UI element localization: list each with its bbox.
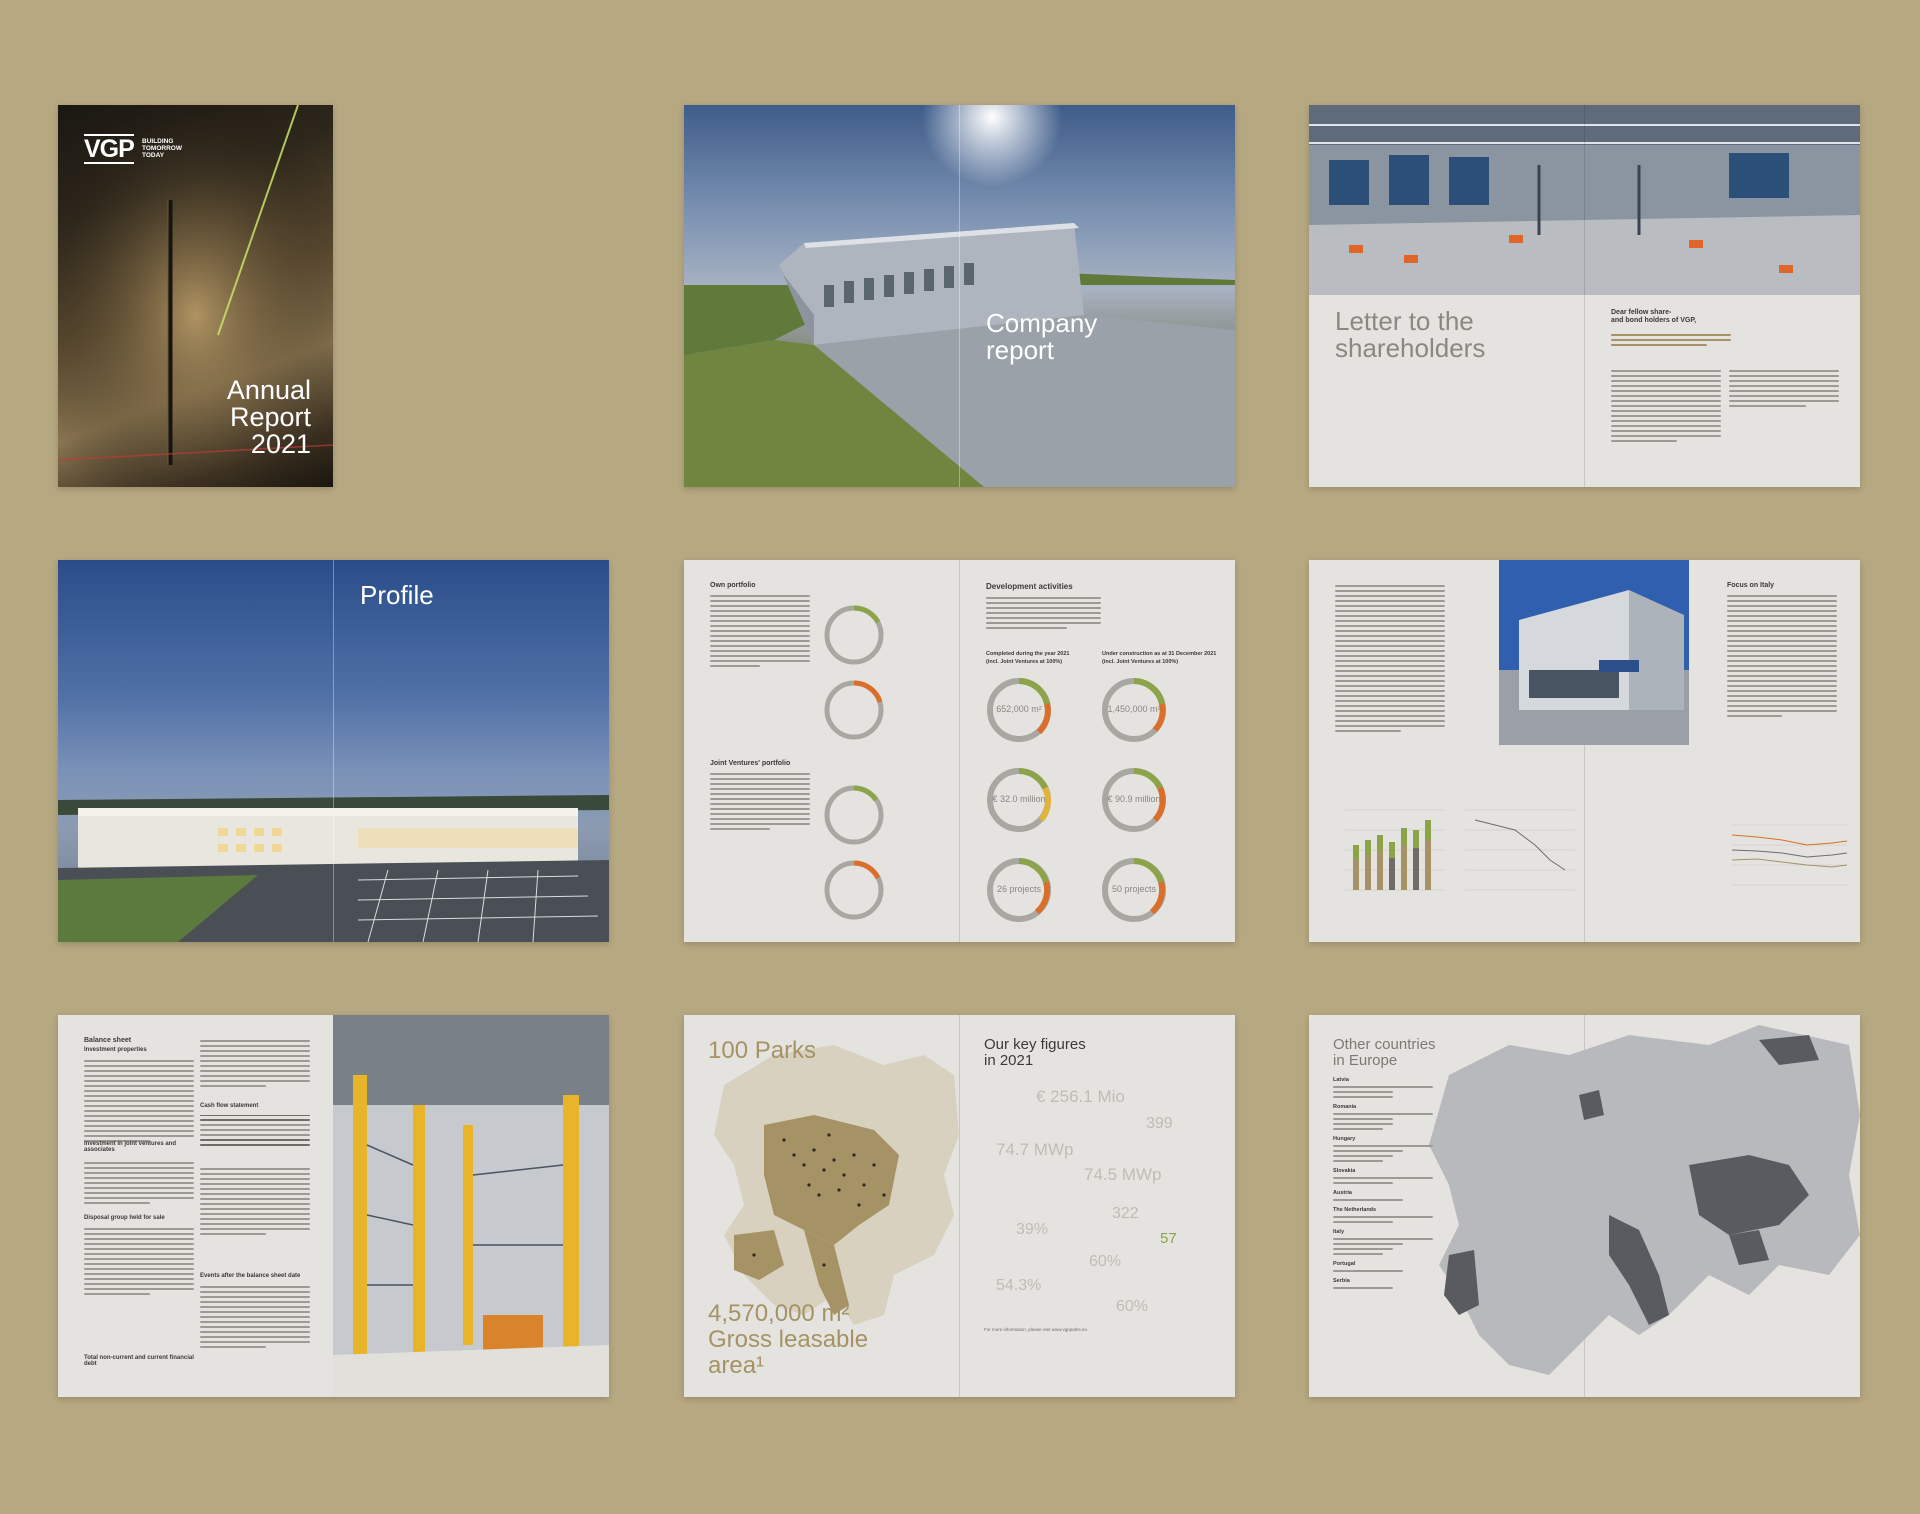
letter-spread[interactable]: Letter to the shareholders Dear fellow s… xyxy=(1309,105,1860,487)
investment-jv-heading: Investment in joint ventures and associa… xyxy=(84,1141,177,1153)
italy-line-chart xyxy=(1731,824,1848,886)
letter-intro-text xyxy=(1611,331,1731,349)
other-countries-title-line-1: Other countries xyxy=(1333,1036,1436,1053)
tagline-line-1: BUILDING xyxy=(142,138,174,145)
cover-title-line-2: Report xyxy=(229,402,311,432)
donut-completed-projects: 26 projects xyxy=(996,884,1042,894)
metric-percent-60a: 60% xyxy=(1089,1253,1122,1270)
metric-mwp-1: 74.7 MWp xyxy=(996,1140,1074,1159)
metric-count-399: 399 xyxy=(1146,1115,1173,1132)
own-portfolio-heading: Own portfolio xyxy=(710,582,756,589)
country-list: Latvia Romania Hungary Slovakia Austria … xyxy=(1333,1077,1433,1292)
balance-text-col-2c xyxy=(200,1283,310,1351)
cover-tagline: BUILDING TOMORROW TODAY xyxy=(142,138,182,159)
italy-bar-chart xyxy=(1345,809,1575,891)
development-heading: Development activities xyxy=(986,582,1073,591)
letter-heading: Dear fellow share- and bond holders of V… xyxy=(1611,309,1697,324)
letter-title: Letter to the shareholders xyxy=(1335,308,1485,362)
tagline-line-3: TODAY xyxy=(142,152,165,159)
company-report-title-line-2: report xyxy=(986,335,1054,365)
letter-body-col-2 xyxy=(1729,367,1839,410)
metric-count-57: 57 xyxy=(1160,1230,1177,1247)
metric-mwp-2: 74.5 MWp xyxy=(1084,1165,1162,1184)
other-countries-title-line-2: in Europe xyxy=(1333,1052,1398,1069)
page-fold xyxy=(959,105,960,487)
warehouse-racking-photo xyxy=(333,1015,609,1397)
joint-ventures-heading: Joint Ventures' portfolio xyxy=(710,760,791,767)
country-netherlands: The Netherlands xyxy=(1333,1207,1377,1213)
focus-italy-heading: Focus on Italy xyxy=(1727,582,1775,589)
company-report-title: Company report xyxy=(986,310,1097,364)
own-portfolio-text xyxy=(710,592,810,670)
donut-construction-area: 1,450,000 m² xyxy=(1107,704,1161,714)
disposal-group-heading: Disposal group held for sale xyxy=(84,1215,165,1221)
portfolio-small-donuts xyxy=(824,605,884,920)
development-text xyxy=(986,594,1101,632)
parks-count: 100 Parks xyxy=(708,1037,817,1064)
balance-text-col-1 xyxy=(84,1057,194,1145)
vgp-logo: VGP xyxy=(84,134,135,164)
key-figures-footnote: For more information, please visit www.v… xyxy=(984,1327,1088,1332)
profile-title: Profile xyxy=(360,580,434,610)
metric-percent-54: 54.3% xyxy=(996,1277,1042,1294)
metric-percent-39: 39% xyxy=(1016,1221,1049,1238)
company-report-spread[interactable]: Company report xyxy=(684,105,1235,487)
joint-ventures-text xyxy=(710,770,810,833)
donut-completed-area: 652,000 m² xyxy=(996,704,1042,714)
key-figures-title-line-1: Our key figures xyxy=(984,1036,1086,1053)
country-latvia: Latvia xyxy=(1333,1077,1349,1083)
page-fold xyxy=(1584,105,1585,487)
balance-sheet-heading: Balance sheet xyxy=(84,1037,132,1044)
balance-text-col-2b xyxy=(200,1165,310,1238)
profile-spread[interactable]: Profile xyxy=(58,560,609,942)
focus-text-col-1 xyxy=(1335,582,1445,735)
metric-percent-60b: 60% xyxy=(1116,1298,1149,1315)
country-hungary: Hungary xyxy=(1333,1136,1356,1142)
key-figures-title: Our key figures in 2021 xyxy=(984,1037,1086,1069)
balance-text-col-1c xyxy=(84,1225,194,1298)
cover-title: Annual Report 2021 xyxy=(227,377,311,458)
gross-leasable-area: 4,570,000 m² Gross leasable area¹ xyxy=(708,1300,869,1379)
country-slovakia: Slovakia xyxy=(1333,1168,1356,1174)
letter-title-line-2: shareholders xyxy=(1335,333,1486,363)
key-figures-title-line-2: in 2021 xyxy=(984,1052,1034,1069)
other-countries-spread[interactable]: Other countries in Europe Latvia Romania… xyxy=(1309,1015,1860,1397)
balance-text-col-2 xyxy=(200,1037,310,1090)
donut-construction-rent: € 90.9 million xyxy=(1107,794,1161,804)
donut-construction-projects: 50 projects xyxy=(1111,884,1157,894)
cash-flow-heading: Cash flow statement xyxy=(200,1103,259,1109)
letter-title-line-1: Letter to the xyxy=(1335,306,1474,336)
tagline-line-2: TOMORROW xyxy=(142,145,182,152)
country-portugal: Portugal xyxy=(1333,1261,1356,1267)
country-romania: Romania xyxy=(1333,1104,1357,1110)
metric-revenue: € 256.1 Mio xyxy=(1036,1087,1125,1106)
letter-body-col-1 xyxy=(1611,367,1721,445)
investment-properties-heading: Investment properties xyxy=(84,1047,147,1053)
cash-flow-table xyxy=(200,1115,310,1149)
company-report-title-line-1: Company xyxy=(986,308,1098,338)
portfolio-spread[interactable]: Own portfolio Joint Ventures' portfolio … xyxy=(684,560,1235,942)
metric-count-322: 322 xyxy=(1112,1205,1139,1222)
events-heading: Events after the balance sheet date xyxy=(200,1273,301,1279)
italy-building-photo xyxy=(1499,560,1689,745)
focus-italy-spread[interactable]: Focus on Italy xyxy=(1309,560,1860,942)
cover-title-line-1: Annual xyxy=(226,375,311,405)
financial-debt-heading: Total non-current and current financial … xyxy=(84,1355,194,1367)
country-serbia: Serbia xyxy=(1333,1278,1350,1284)
balance-sheet-spread[interactable]: Balance sheet Investment properties Inve… xyxy=(58,1015,609,1397)
balance-text-col-1b xyxy=(84,1159,194,1207)
donut-completed-rent: € 32.0 million xyxy=(992,794,1046,804)
other-countries-title: Other countries in Europe xyxy=(1333,1037,1436,1069)
page-fold xyxy=(333,560,334,942)
focus-text-col-2 xyxy=(1727,592,1837,720)
cover-page[interactable]: VGP BUILDING TOMORROW TODAY Annual Repor… xyxy=(58,105,333,487)
cover-title-line-3: 2021 xyxy=(250,429,311,459)
page-fold xyxy=(959,1015,960,1397)
country-italy: Italy xyxy=(1333,1229,1345,1235)
key-figures-spread[interactable]: 100 Parks 4,570,000 m² Gross leasable ar… xyxy=(684,1015,1235,1397)
country-austria: Austria xyxy=(1333,1190,1352,1196)
